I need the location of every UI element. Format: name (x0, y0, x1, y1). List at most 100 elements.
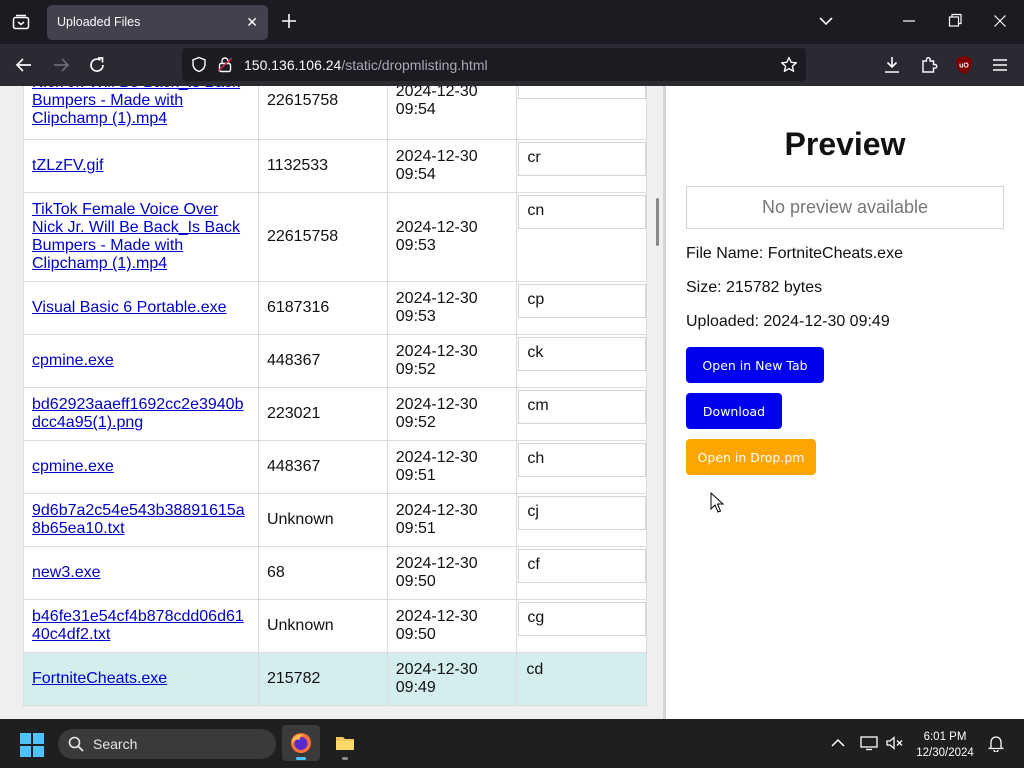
active-app-indicator (296, 757, 306, 760)
extensions-puzzle-icon[interactable] (919, 55, 939, 75)
svg-text:uO: uO (959, 63, 969, 70)
file-time: 09:50 (395, 626, 436, 643)
file-date-cell: 2024-12-30 09:54 (386, 139, 518, 193)
file-name-link[interactable]: bd62923aaeff1692cc2e3940b dcc4a95(1).png (32, 396, 243, 431)
file-name-line: tZLzFV.gif (32, 157, 104, 174)
file-name-link[interactable]: Visual Basic 6 Portable.exe (32, 299, 226, 316)
file-code-field[interactable]: ch (518, 443, 646, 477)
file-name-link[interactable]: TikTok Female Voice Over Nick Jr. Will Be… (32, 201, 240, 272)
taskbar-file-explorer-app[interactable] (326, 725, 364, 761)
file-name-cell: new3.exe (23, 546, 259, 600)
file-time: 09:53 (395, 237, 436, 254)
file-code-field[interactable]: cd (518, 655, 646, 689)
file-row[interactable]: b46fe31e54cf4b878cdd06d61 40c4df2.txt Unkn… (23, 599, 647, 653)
file-time: 09:53 (395, 308, 436, 325)
file-row[interactable]: FortniteCheats.exe 215782 2024-12-30 09:49 c… (23, 652, 647, 706)
show-hidden-icons-chevron-icon[interactable] (830, 735, 846, 751)
file-name-line: Bumpers - Made with (32, 237, 184, 254)
file-list-scrollbar[interactable] (654, 86, 663, 719)
file-code-field[interactable]: cp (518, 284, 646, 318)
url-bar[interactable]: 150.136.106.24/static/dropmlisting.html (182, 48, 806, 81)
clock-time: 6:01 PM (923, 731, 967, 743)
file-row[interactable]: cpmine.exe 448367 2024-12-30 09:51 ch (23, 440, 647, 494)
notification-bell-icon[interactable] (988, 735, 1004, 752)
file-code-field[interactable]: cn (518, 195, 646, 229)
hamburger-menu-icon[interactable] (991, 55, 1009, 75)
file-time: 09:54 (395, 166, 436, 183)
file-name-link[interactable]: 9d6b7a2c54e543b38891615a 8b65ea10.txt (32, 502, 245, 537)
file-name-link[interactable]: b46fe31e54cf4b878cdd06d61 40c4df2.txt (32, 608, 244, 643)
file-row[interactable]: 9d6b7a2c54e543b38891615a 8b65ea10.txt Unkn… (23, 493, 647, 547)
file-name-link[interactable]: FortniteCheats.exe (32, 670, 167, 687)
file-name-link[interactable]: Nick Jr. Will Be Back_Is BackBumpers - M… (32, 86, 240, 127)
no-preview-box: No preview available (686, 186, 1004, 229)
browser-tab[interactable]: Uploaded Files ✕ (47, 5, 268, 40)
search-icon (68, 736, 84, 752)
tracking-shield-icon[interactable] (191, 56, 207, 73)
file-row[interactable]: tZLzFV.gif 1132533 2024-12-30 09:54 cr (23, 139, 647, 193)
file-name-cell: Visual Basic 6 Portable.exe (23, 281, 259, 335)
preview-file-size: Size: 215782 bytes (686, 279, 823, 296)
file-row[interactable]: Nick Jr. Will Be Back_Is BackBumpers - M… (23, 86, 647, 140)
file-date: 2024-12-30 (395, 343, 478, 360)
reload-icon[interactable] (87, 55, 107, 75)
back-arrow-icon[interactable] (14, 55, 34, 75)
file-row[interactable]: bd62923aaeff1692cc2e3940b dcc4a95(1).png 2… (23, 387, 647, 441)
file-code-field[interactable]: cj (518, 496, 646, 530)
download-button[interactable]: Download (686, 393, 782, 429)
file-size-cell: 22615758 (257, 192, 388, 282)
taskbar-search-box[interactable]: Search (58, 729, 276, 759)
file-date: 2024-12-30 (395, 555, 478, 572)
file-date-cell: 2024-12-30 09:54 (386, 86, 518, 140)
close-tab-icon[interactable]: ✕ (246, 14, 258, 31)
tab-overflow-chevron-icon[interactable] (818, 10, 834, 32)
open-in-new-tab-button[interactable]: Open in New Tab (686, 347, 824, 383)
volume-muted-icon[interactable] (886, 735, 904, 751)
new-tab-icon[interactable] (278, 10, 300, 32)
windows-start-icon[interactable] (20, 733, 44, 757)
browser-tab-bar: Uploaded Files ✕ (0, 0, 1024, 44)
taskbar-firefox-app[interactable] (282, 725, 320, 761)
bookmark-star-icon[interactable] (780, 56, 798, 74)
taskbar-clock[interactable]: 6:01 PM 12/30/2024 (910, 729, 980, 761)
file-size-cell: 22615758 (257, 86, 388, 140)
url-host: 150.136.106.24 (244, 57, 342, 73)
file-code-field[interactable] (518, 86, 646, 99)
file-name-line: Visual Basic 6 Portable.exe (32, 299, 227, 316)
downloads-icon[interactable] (882, 55, 902, 75)
close-window-icon[interactable] (993, 10, 1007, 32)
file-row[interactable]: Visual Basic 6 Portable.exe 6187316 2024-1… (23, 281, 647, 335)
file-code-field[interactable]: cr (518, 142, 646, 176)
file-name-link[interactable]: new3.exe (32, 564, 101, 581)
tab-list-icon[interactable] (8, 8, 34, 36)
file-code-field[interactable]: cf (518, 549, 646, 583)
file-name-cell: Nick Jr. Will Be Back_Is BackBumpers - M… (23, 86, 259, 140)
network-icon[interactable] (860, 735, 878, 751)
file-code-field[interactable]: cm (518, 390, 646, 424)
not-secure-lock-icon[interactable] (217, 56, 233, 73)
file-list-scrollbar-thumb[interactable] (656, 198, 659, 246)
file-size-cell: 215782 (257, 652, 388, 706)
preview-heading: Preview (784, 126, 906, 162)
file-explorer-icon (335, 734, 355, 752)
forward-arrow-icon[interactable] (51, 55, 71, 75)
restore-icon[interactable] (948, 10, 962, 32)
file-name-link[interactable]: tZLzFV.gif (32, 157, 103, 174)
file-size-cell: 68 (257, 546, 388, 600)
navigation-toolbar: 150.136.106.24/static/dropmlisting.html … (0, 44, 1024, 86)
file-row[interactable]: new3.exe 68 2024-12-30 09:50 cf (23, 546, 647, 600)
file-name-line: Clipchamp (1).mp4 (32, 110, 168, 127)
minimize-icon[interactable] (902, 10, 916, 32)
file-time: 09:50 (395, 573, 436, 590)
file-name-link[interactable]: cpmine.exe (32, 458, 114, 475)
open-in-drop-pm-button[interactable]: Open in Drop.pm (686, 439, 816, 475)
ublock-origin-icon[interactable]: uO (955, 55, 973, 75)
file-code-field[interactable]: cg (518, 602, 646, 636)
file-row[interactable]: TikTok Female Voice Over Nick Jr. Will Be… (23, 192, 647, 282)
firefox-icon (290, 732, 312, 754)
file-name-cell: tZLzFV.gif (23, 139, 259, 193)
file-date-cell: 2024-12-30 09:52 (386, 387, 518, 441)
file-name-link[interactable]: cpmine.exe (32, 352, 114, 369)
file-row[interactable]: cpmine.exe 448367 2024-12-30 09:52 ck (23, 334, 647, 388)
file-code-field[interactable]: ck (518, 337, 646, 371)
